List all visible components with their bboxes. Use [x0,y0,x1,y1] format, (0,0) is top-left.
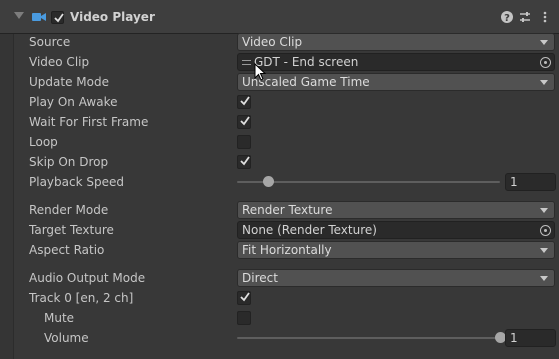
loop-row: Loop [14,132,559,152]
video-clip-value: GDT - End screen [254,55,359,69]
target-texture-field[interactable]: None (Render Texture) [237,221,555,239]
dropdown-arrow-icon [540,276,548,281]
skip-on-drop-checkbox[interactable] [237,155,251,169]
render-mode-dropdown[interactable]: Render Texture [237,201,555,219]
foldout-arrow-icon[interactable] [14,12,24,19]
loop-checkbox[interactable] [237,135,251,149]
video-clip-field[interactable]: GDT - End screen [237,53,555,71]
track0-checkbox[interactable] [237,291,251,305]
target-texture-label: Target Texture [29,223,114,237]
loop-label: Loop [29,135,58,149]
playback-speed-slider[interactable] [237,181,500,183]
video-clip-label: Video Clip [29,55,90,69]
aspect-ratio-value: Fit Horizontally [242,243,332,257]
object-picker-icon[interactable] [540,225,551,236]
checkmark-icon [240,292,250,302]
dropdown-arrow-icon [540,40,548,45]
playback-speed-slider-thumb[interactable] [263,176,275,187]
render-mode-row: Render Mode Render Texture [14,200,559,220]
wait-first-frame-checkbox[interactable] [237,115,251,129]
component-header[interactable]: Video Player ? [0,0,559,34]
aspect-ratio-dropdown[interactable]: Fit Horizontally [237,241,555,259]
playback-speed-row: Playback Speed 1 [14,172,559,192]
play-on-awake-label: Play On Awake [29,95,118,109]
checkmark-icon [54,13,64,23]
volume-label: Volume [44,331,89,345]
source-value: Video Clip [242,35,303,49]
object-picker-icon[interactable] [540,57,551,68]
video-clip-row: Video Clip GDT - End screen [14,52,559,72]
playback-speed-label: Playback Speed [29,175,124,189]
kebab-menu-icon[interactable] [538,10,552,24]
checkmark-icon [240,96,250,106]
dropdown-arrow-icon [540,248,548,253]
play-on-awake-checkbox[interactable] [237,95,251,109]
checkmark-icon [240,156,250,166]
wait-first-frame-label: Wait For First Frame [29,115,149,129]
track0-label: Track 0 [en, 2 ch] [29,291,134,305]
help-icon[interactable]: ? [500,10,514,24]
video-clip-asset-icon [242,60,251,65]
presets-sliders-icon[interactable] [518,10,532,24]
audio-output-mode-row: Audio Output Mode Direct [14,268,559,288]
volume-value: 1 [510,331,518,345]
mute-label: Mute [44,311,75,325]
mute-checkbox[interactable] [237,311,251,325]
source-dropdown[interactable]: Video Clip [237,33,555,51]
update-mode-dropdown[interactable]: Unscaled Game Time [237,73,555,91]
target-texture-row: Target Texture None (Render Texture) [14,220,559,240]
skip-on-drop-label: Skip On Drop [29,155,109,169]
video-camera-icon [32,13,46,21]
playback-speed-field[interactable]: 1 [505,173,556,191]
audio-output-mode-value: Direct [242,271,278,285]
volume-slider-thumb[interactable] [494,332,506,343]
aspect-ratio-label: Aspect Ratio [29,243,105,257]
dropdown-arrow-icon [540,208,548,213]
aspect-ratio-row: Aspect Ratio Fit Horizontally [14,240,559,260]
inspector-indent-strip [0,34,14,359]
checkmark-icon [240,116,250,126]
audio-output-mode-label: Audio Output Mode [29,271,146,285]
volume-field[interactable]: 1 [505,329,556,347]
source-label: Source [29,35,71,49]
component-title: Video Player [70,10,155,24]
source-row: Source Video Clip [14,32,559,52]
update-mode-row: Update Mode Unscaled Game Time [14,72,559,92]
volume-row: Volume 1 [14,328,559,348]
mouse-cursor-icon [254,63,266,81]
component-enabled-checkbox[interactable] [51,11,64,24]
skip-on-drop-row: Skip On Drop [14,152,559,172]
render-mode-value: Render Texture [242,203,333,217]
mute-row: Mute [14,308,559,328]
playback-speed-value: 1 [510,175,518,189]
target-texture-value: None (Render Texture) [242,223,377,237]
volume-slider[interactable] [237,337,500,339]
audio-output-mode-dropdown[interactable]: Direct [237,269,555,287]
render-mode-label: Render Mode [29,203,109,217]
update-mode-label: Update Mode [29,75,109,89]
dropdown-arrow-icon [540,80,548,85]
track0-row: Track 0 [en, 2 ch] [14,288,559,308]
play-on-awake-row: Play On Awake [14,92,559,112]
svg-text:?: ? [504,13,510,24]
wait-first-frame-row: Wait For First Frame [14,112,559,132]
